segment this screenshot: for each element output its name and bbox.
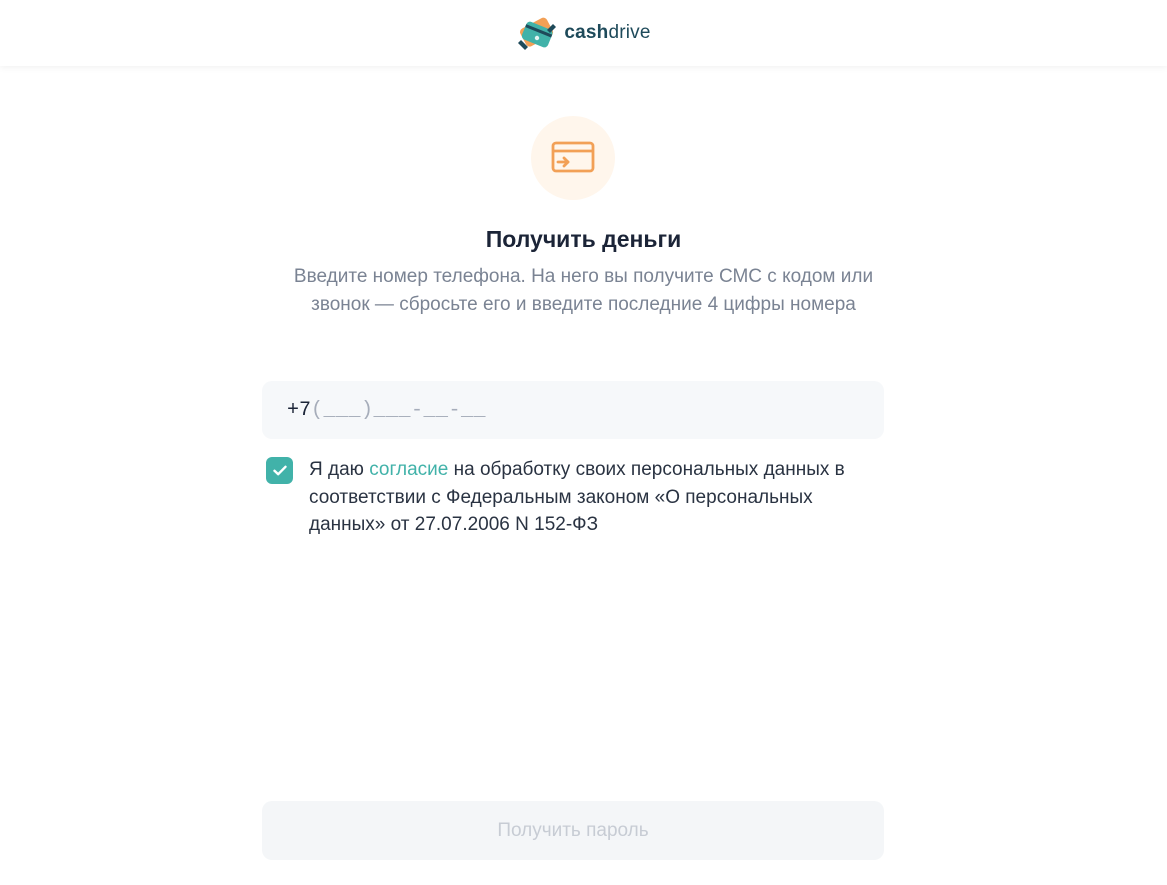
phone-prefix: +7 <box>287 398 312 422</box>
cashdrive-logo[interactable]: cashdrive <box>516 13 650 53</box>
consent-text-before: Я даю <box>309 459 370 480</box>
logo-wordmark: cashdrive <box>564 22 650 44</box>
page-title: Получить деньги <box>485 226 682 252</box>
logo-wordmark-light: drive <box>608 22 651 43</box>
main-content: Получить деньги Введите номер телефона. … <box>0 66 1167 885</box>
get-password-button[interactable]: Получить пароль <box>262 801 884 860</box>
consent-checkbox[interactable] <box>266 457 293 484</box>
handshake-logo-icon <box>518 17 557 50</box>
phone-mask-placeholder: (___)___-__-__ <box>311 398 487 422</box>
consent-row: Я даю согласие на обработку своих персон… <box>266 456 884 539</box>
page-subtitle: Введите номер телефона. На него вы получ… <box>293 266 874 315</box>
consent-link[interactable]: согласие <box>369 459 448 480</box>
card-transfer-icon <box>551 141 595 173</box>
top-header: cashdrive <box>0 0 1167 66</box>
check-icon <box>272 465 287 476</box>
consent-text: Я даю согласие на обработку своих персон… <box>309 456 884 539</box>
phone-input[interactable]: +7 (___)___-__-__ <box>262 381 884 439</box>
hero-icon-circle <box>531 116 615 200</box>
logo-wordmark-bold: cash <box>564 22 609 43</box>
